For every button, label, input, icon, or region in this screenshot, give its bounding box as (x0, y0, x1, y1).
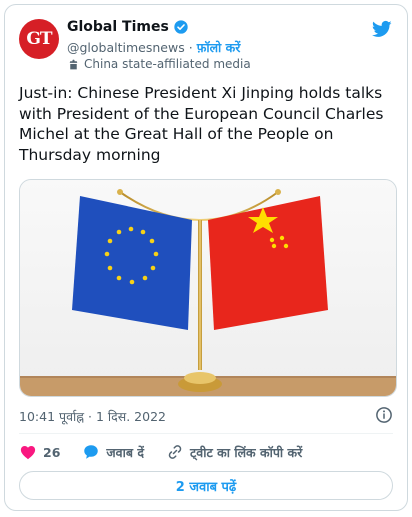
tweet-header: GT Global Times @globaltimesnews · फ़ॉलो… (19, 15, 393, 73)
author-name-row: Global Times (67, 19, 189, 35)
action-bar: 26 जवाब दें ट्वीट का लिंक कॉपी करें (19, 442, 393, 462)
avatar[interactable]: GT (19, 19, 59, 59)
separator-dot: · (188, 40, 193, 55)
reply-button[interactable]: जवाब दें (82, 443, 144, 461)
verified-badge-icon (174, 20, 188, 34)
author-name[interactable]: Global Times (67, 19, 169, 35)
read-replies-button[interactable]: 2 जवाब पढ़ें (19, 471, 393, 500)
tweet-text: Just-in: Chinese President Xi Jinping ho… (19, 84, 384, 164)
handle-row: @globaltimesnews · फ़ॉलो करें (67, 39, 240, 56)
author-handle[interactable]: @globaltimesnews (67, 40, 185, 55)
divider (19, 433, 393, 434)
tweet-card: GT Global Times @globaltimesnews · फ़ॉलो… (4, 4, 408, 511)
like-count: 26 (43, 444, 61, 460)
copy-link-label: ट्वीट का लिंक कॉपी करें (190, 444, 303, 460)
state-media-label[interactable]: China state-affiliated media (67, 57, 251, 71)
reply-label: जवाब दें (106, 444, 144, 460)
affiliation-text: China state-affiliated media (84, 57, 251, 71)
twitter-bird-icon[interactable] (371, 19, 393, 39)
follow-button[interactable]: फ़ॉलो करें (197, 40, 241, 55)
link-icon (168, 445, 182, 459)
tweet-image[interactable] (19, 179, 397, 397)
reply-bubble-icon (84, 445, 99, 459)
heart-icon (20, 446, 36, 460)
flags-photo (20, 180, 396, 396)
info-icon[interactable] (375, 406, 393, 424)
like-button[interactable]: 26 (19, 443, 60, 461)
state-media-icon (69, 59, 78, 69)
copy-link-button[interactable]: ट्वीट का लिंक कॉपी करें (166, 443, 302, 461)
tweet-timestamp[interactable]: 10:41 पूर्वाह्न · 1 दिस. 2022 (19, 408, 166, 425)
